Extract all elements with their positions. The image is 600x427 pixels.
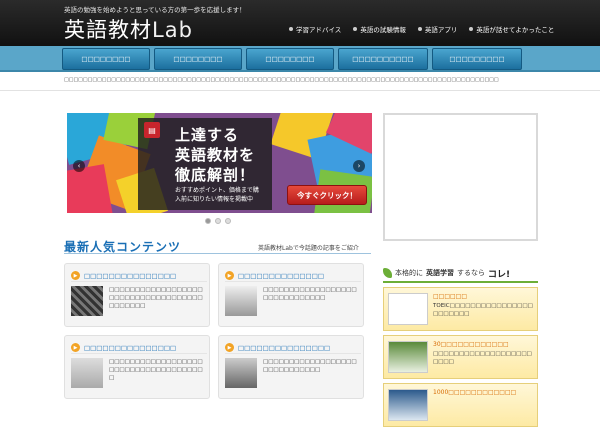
section-subtitle: 英語教材Labで今話題の記事をご紹介 bbox=[258, 245, 359, 252]
top-nav-label: 英語が話せてよかったこと bbox=[476, 26, 555, 34]
leaf-icon bbox=[383, 268, 392, 278]
divider bbox=[64, 253, 371, 254]
recommend-title[interactable]: 30□□□□□□□□□□□□ bbox=[433, 341, 509, 348]
top-nav-benefits[interactable]: 英語が話せてよかったこと bbox=[463, 24, 560, 34]
card-thumbnail[interactable] bbox=[71, 358, 103, 388]
recommend-text: □□□□□□□□□□□□□□□□□□□□□□□ bbox=[433, 351, 532, 365]
bullet-icon bbox=[417, 27, 422, 31]
recommend-text: TOEIC□□□□□□□□□□□□□□□□□□□□□□□ bbox=[433, 303, 533, 317]
card-excerpt: □□□□□□□□□□□□□□□□□□□□□□□□□□□□□□ bbox=[263, 287, 357, 301]
slider-desc-line: おすすめポイント、価格まで購 bbox=[175, 187, 259, 194]
content-card[interactable]: ▶ □□□□□□□□□□□□□□ □□□□□□□□□□□□□□□□□□□□□□□… bbox=[218, 263, 364, 327]
slider-headline-3: 徹底解剖！ bbox=[175, 166, 256, 184]
card-title-row: ▶ □□□□□□□□□□□□□□□ bbox=[225, 342, 361, 354]
recommend-heading-post: するなら bbox=[457, 269, 485, 277]
slider-headline-1: 上達する bbox=[175, 126, 240, 144]
site-tagline: 英語の勉強を始めようと思っている方の第一歩を応援します！ bbox=[64, 6, 246, 14]
content-card[interactable]: ▶ □□□□□□□□□□□□□□□ □□□□□□□□□□□□□□□□□□□□□□… bbox=[218, 335, 364, 399]
slider-headline-2: 英語教材を bbox=[175, 146, 256, 164]
top-nav-advice[interactable]: 学習アドバイス bbox=[283, 24, 347, 34]
recommend-heading-big: コレ! bbox=[488, 269, 511, 280]
play-icon: ▶ bbox=[71, 343, 80, 352]
card-excerpt: □□□□□□□□□□□□□□□□□□□□□□□□□□□□□ bbox=[263, 359, 357, 373]
card-title[interactable]: □□□□□□□□□□□□□□□ bbox=[238, 344, 361, 352]
chevron-right-icon[interactable]: › bbox=[353, 160, 365, 172]
card-title[interactable]: □□□□□□□□□□□□□□ bbox=[238, 272, 361, 280]
main-nav-item-3[interactable]: □□□□□□□□ bbox=[246, 48, 334, 70]
main-nav-item-5[interactable]: □□□□□□□□□ bbox=[432, 48, 522, 70]
card-thumbnail[interactable] bbox=[225, 286, 257, 316]
top-nav-label: 英語の試験情報 bbox=[360, 26, 406, 34]
site-logo[interactable]: 英語教材Lab bbox=[64, 14, 193, 44]
recommend-heading-mid: 英語学習 bbox=[426, 269, 454, 277]
card-thumbnail[interactable] bbox=[71, 286, 103, 316]
chevron-left-icon[interactable]: ‹ bbox=[73, 160, 85, 172]
top-nav-exams[interactable]: 英語の試験情報 bbox=[347, 24, 412, 34]
recommend-thumbnail[interactable] bbox=[388, 341, 428, 373]
recommend-heading-pre: 本格的に bbox=[395, 269, 423, 277]
recommend-item[interactable]: □□□□□□ TOEIC□□□□□□□□□□□□□□□□□□□□□□□ bbox=[383, 287, 538, 331]
card-title-row: ▶ □□□□□□□□□□□□□□□ bbox=[71, 342, 207, 354]
play-icon: ▶ bbox=[225, 343, 234, 352]
bullet-icon bbox=[289, 27, 293, 31]
top-nav-label: 英語アプリ bbox=[424, 26, 458, 34]
content-card[interactable]: ▶ □□□□□□□□□□□□□□□ □□□□□□□□□□□□□□□□□□□□□□… bbox=[64, 335, 210, 399]
card-excerpt: □□□□□□□□□□□□□□□□□□□□□□□□□□□□□□□□□□□□□□□□… bbox=[109, 287, 203, 309]
slider-pagination bbox=[205, 218, 231, 224]
recommend-thumbnail[interactable] bbox=[388, 389, 428, 421]
recommend-item[interactable]: 30□□□□□□□□□□□□ □□□□□□□□□□□□□□□□□□□□□□□ bbox=[383, 335, 538, 379]
bullet-icon bbox=[469, 27, 474, 31]
logo-suffix: Lab bbox=[152, 18, 193, 42]
book-icon: ▤ bbox=[144, 122, 160, 138]
site-header: 英語の勉強を始めようと思っている方の第一歩を応援します！ 英語教材Lab 学習ア… bbox=[0, 0, 600, 46]
main-nav-item-1[interactable]: □□□□□□□□ bbox=[62, 48, 150, 70]
slider-description: おすすめポイント、価格まで購 入前に知りたい情報を掲載中 bbox=[175, 186, 295, 204]
recommend-title[interactable]: □□□□□□ bbox=[433, 293, 467, 300]
ad-banner[interactable] bbox=[383, 113, 538, 241]
recommend-title[interactable]: 1000□□□□□□□□□□□□ bbox=[433, 389, 516, 396]
recommend-heading: 本格的に 英語学習 するなら コレ! bbox=[383, 265, 538, 283]
content-card[interactable]: ▶ □□□□□□□□□□□□□□□ □□□□□□□□□□□□□□□□□□□□□□… bbox=[64, 263, 210, 327]
top-nav: 学習アドバイス 英語の試験情報 英語アプリ 英語が話せてよかったこと bbox=[283, 24, 560, 34]
top-nav-apps[interactable]: 英語アプリ bbox=[412, 24, 464, 34]
card-title[interactable]: □□□□□□□□□□□□□□□ bbox=[84, 344, 207, 352]
slider-dot[interactable] bbox=[215, 218, 221, 224]
recommend-item[interactable]: 1000□□□□□□□□□□□□ bbox=[383, 383, 538, 427]
card-excerpt: □□□□□□□□□□□□□□□□□□□□□□□□□□□□□□□□□□□□□ bbox=[109, 359, 203, 381]
slider-dot[interactable] bbox=[205, 218, 211, 224]
main-nav-item-4[interactable]: □□□□□□□□□□ bbox=[338, 48, 428, 70]
card-thumbnail[interactable] bbox=[225, 358, 257, 388]
click-now-button[interactable]: 今すぐクリック！ bbox=[287, 185, 367, 205]
main-nav: □□□□□□□□ □□□□□□□□ □□□□□□□□ □□□□□□□□□□ □□… bbox=[62, 48, 522, 70]
intro-text: □□□□□□□□□□□□□□□□□□□□□□□□□□□□□□□□□□□□□□□□… bbox=[64, 77, 499, 83]
slider-dot[interactable] bbox=[225, 218, 231, 224]
slider-desc-line: 入前に知りたい情報を掲載中 bbox=[175, 196, 254, 203]
logo-text: 英語教材 bbox=[64, 18, 152, 42]
card-title-row: ▶ □□□□□□□□□□□□□□□ bbox=[71, 270, 207, 282]
play-icon: ▶ bbox=[71, 271, 80, 280]
bullet-icon bbox=[353, 27, 358, 31]
recommend-thumbnail[interactable] bbox=[388, 293, 428, 325]
top-nav-label: 学習アドバイス bbox=[296, 26, 342, 34]
card-title-row: ▶ □□□□□□□□□□□□□□ bbox=[225, 270, 361, 282]
main-nav-item-2[interactable]: □□□□□□□□ bbox=[154, 48, 242, 70]
card-title[interactable]: □□□□□□□□□□□□□□□ bbox=[84, 272, 207, 280]
play-icon: ▶ bbox=[225, 271, 234, 280]
divider bbox=[0, 90, 600, 91]
